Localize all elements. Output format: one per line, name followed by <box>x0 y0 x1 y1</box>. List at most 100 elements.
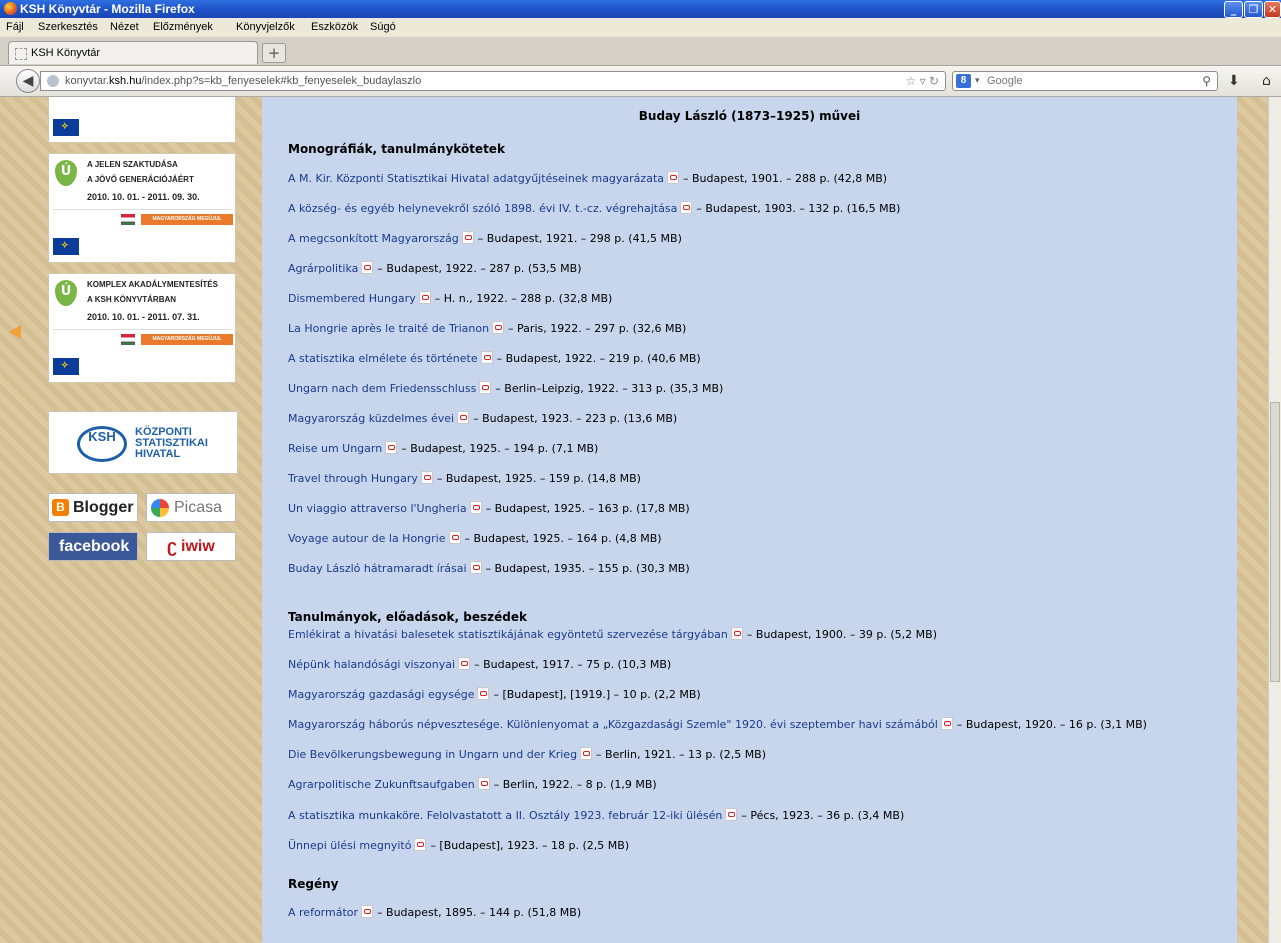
pdf-icon[interactable] <box>667 171 679 184</box>
publication-link[interactable]: Reise um Ungarn <box>288 442 382 455</box>
pdf-icon[interactable] <box>580 747 593 760</box>
bookmark-star-icon[interactable]: ☆ <box>905 74 916 88</box>
pdf-icon[interactable] <box>479 381 492 394</box>
tab-label: KSH Könyvtár <box>31 47 101 59</box>
back-button[interactable]: ◀ <box>16 69 40 93</box>
pdf-icon[interactable] <box>361 905 374 918</box>
publication-link[interactable]: Ungarn nach dem Friedensschluss <box>288 382 476 395</box>
publication-entry: Magyarország gazdasági egysége – [Budapes… <box>288 687 701 701</box>
publication-link[interactable]: La Hongrie après le traité de Trianon <box>288 322 489 335</box>
pdf-icon[interactable] <box>385 441 398 454</box>
engine-dropdown-icon[interactable]: ▾ <box>975 75 980 86</box>
pdf-icon[interactable] <box>469 501 482 514</box>
publication-link[interactable]: A megcsonkított Magyarország <box>288 232 459 245</box>
publication-entry: Agrarpolitische Zukunftsaufgaben – Berlin… <box>288 777 657 791</box>
publication-link[interactable]: Magyarország háborús népvesztesége. Külö… <box>288 718 938 731</box>
site-identity-icon[interactable] <box>47 75 59 87</box>
pdf-icon[interactable] <box>361 261 374 274</box>
pdf-icon[interactable] <box>940 717 953 730</box>
publication-link[interactable]: A statisztika munkaköre. Felolvastatott … <box>288 809 722 822</box>
publication-link[interactable]: Magyarország gazdasági egysége <box>288 688 474 701</box>
search-bar[interactable]: 8 ▾ Google ⚲ <box>952 71 1218 91</box>
menu-help[interactable]: Súgó <box>370 21 396 33</box>
search-input[interactable]: Google <box>987 75 1022 87</box>
scrollbar-thumb[interactable] <box>1270 402 1280 682</box>
banner-agency-row: MAGYARORSZÁG MEGÚJUL <box>53 209 233 230</box>
pdf-icon[interactable] <box>461 231 474 244</box>
publication-meta: – Berlin–Leipzig, 1922. – 313 p. (35,3 M… <box>495 382 724 395</box>
pdf-icon[interactable] <box>414 838 427 851</box>
ksh-logo-link[interactable]: KSH KÖZPONTI STATISZTIKAI HIVATAL <box>48 411 238 474</box>
minimize-button[interactable]: _ <box>1224 1 1243 18</box>
pdf-icon[interactable] <box>730 627 743 640</box>
publication-link[interactable]: Magyarország küzdelmes évei <box>288 412 454 425</box>
publication-link[interactable]: Die Bevölkerungsbewegung in Ungarn und d… <box>288 748 577 761</box>
publication-meta: – Budapest, 1925. – 164 p. (4,8 MB) <box>464 532 662 545</box>
menu-view[interactable]: Nézet <box>110 21 139 33</box>
publication-link[interactable]: A statisztika elmélete és története <box>288 352 478 365</box>
pdf-icon[interactable] <box>457 411 470 424</box>
page-favicon-icon <box>15 48 27 60</box>
banner-partial[interactable] <box>48 97 236 143</box>
publication-link[interactable]: A község- és egyéb helynevekről szóló 18… <box>288 202 677 215</box>
iwiw-icon: ʗ <box>167 536 178 556</box>
publication-link[interactable]: Emlékirat a hivatási balesetek statiszti… <box>288 628 728 641</box>
ksh-logo-icon: KSH <box>77 426 127 462</box>
banner-komplex-akadalymentesites[interactable]: Ú KOMPLEX AKADÁLYMENTESÍTÉS A KSH KÖNYVT… <box>48 273 236 383</box>
publication-entry: Die Bevölkerungsbewegung in Ungarn und d… <box>288 747 766 761</box>
banner-jelen-szaktudasa[interactable]: Ú A JELEN SZAKTUDÁSA A JÖVŐ GENERÁCIÓJÁÉ… <box>48 153 236 263</box>
pdf-icon[interactable] <box>492 321 505 334</box>
pdf-icon[interactable] <box>469 561 482 574</box>
pdf-icon[interactable] <box>448 531 461 544</box>
downloads-icon[interactable]: ⬇ <box>1228 73 1240 89</box>
publication-link[interactable]: Voyage autour de la Hongrie <box>288 532 446 545</box>
publication-link[interactable]: Travel through Hungary <box>288 472 418 485</box>
pdf-icon[interactable] <box>680 201 693 214</box>
menu-edit[interactable]: Szerkesztés <box>38 21 98 33</box>
publication-link[interactable]: A M. Kir. Központi Statisztikai Hivatal … <box>288 172 664 185</box>
left-arrow-icon[interactable] <box>9 325 21 339</box>
uj-szechenyi-pin-icon: Ú <box>55 280 77 306</box>
publication-meta: – Budapest, 1901. – 288 p. (42,8 MB) <box>683 172 888 185</box>
pdf-icon[interactable] <box>418 291 431 304</box>
pdf-icon[interactable] <box>477 687 490 700</box>
blogger-button[interactable]: B Blogger <box>48 493 138 522</box>
pdf-icon[interactable] <box>480 351 493 364</box>
maximize-button[interactable]: ❐ <box>1244 1 1263 18</box>
pdf-icon[interactable] <box>420 471 433 484</box>
vertical-scrollbar[interactable] <box>1268 97 1281 943</box>
publication-link[interactable]: Agrárpolitika <box>288 262 358 275</box>
tab-ksh-konyvtar[interactable]: KSH Könyvtár <box>8 41 258 64</box>
search-icon[interactable]: ⚲ <box>1202 74 1211 88</box>
banner-badge: MAGYARORSZÁG MEGÚJUL <box>141 214 233 225</box>
menu-history[interactable]: Előzmények <box>153 21 213 33</box>
publication-link[interactable]: Buday László hátramaradt írásai <box>288 562 467 575</box>
pdf-icon[interactable] <box>725 808 738 821</box>
uj-szechenyi-pin-icon: Ú <box>55 160 77 186</box>
facebook-button[interactable]: facebook <box>48 532 138 561</box>
publication-link[interactable]: A reformátor <box>288 906 358 919</box>
publication-link[interactable]: Un viaggio attraverso l'Ungheria <box>288 502 467 515</box>
banner-dates: 2010. 10. 01. - 2011. 07. 31. <box>87 312 200 322</box>
history-dropdown-icon[interactable]: ▿ <box>920 74 926 88</box>
pdf-icon[interactable] <box>477 777 490 790</box>
reload-icon[interactable]: ↻ <box>929 74 939 88</box>
address-bar[interactable]: konyvtar.ksh.hu/index.php?s=kb_fenyesele… <box>40 71 946 91</box>
new-tab-button[interactable]: + <box>262 43 286 63</box>
publication-link[interactable]: Ünnepi ülési megnyitó <box>288 839 411 852</box>
publication-entry: A község- és egyéb helynevekről szóló 18… <box>288 201 900 215</box>
publication-meta: – Budapest, 1922. – 219 p. (40,6 MB) <box>496 352 701 365</box>
publication-link[interactable]: Dismembered Hungary <box>288 292 416 305</box>
google-engine-icon[interactable]: 8 <box>956 74 971 88</box>
pdf-icon[interactable] <box>458 657 471 670</box>
publication-link[interactable]: Agrarpolitische Zukunftsaufgaben <box>288 778 475 791</box>
close-button[interactable]: ✕ <box>1264 1 1281 18</box>
menu-file[interactable]: Fájl <box>6 21 24 33</box>
iwiw-button[interactable]: ʗ iwiw <box>146 532 236 561</box>
publication-meta: – H. n., 1922. – 288 p. (32,8 MB) <box>434 292 613 305</box>
publication-link[interactable]: Népünk halandósági viszonyai <box>288 658 455 671</box>
picasa-button[interactable]: Picasa <box>146 493 236 522</box>
home-icon[interactable]: ⌂ <box>1262 73 1271 89</box>
menu-tools[interactable]: Eszközök <box>311 21 358 33</box>
menu-bookmarks[interactable]: Könyvjelzők <box>236 21 295 33</box>
